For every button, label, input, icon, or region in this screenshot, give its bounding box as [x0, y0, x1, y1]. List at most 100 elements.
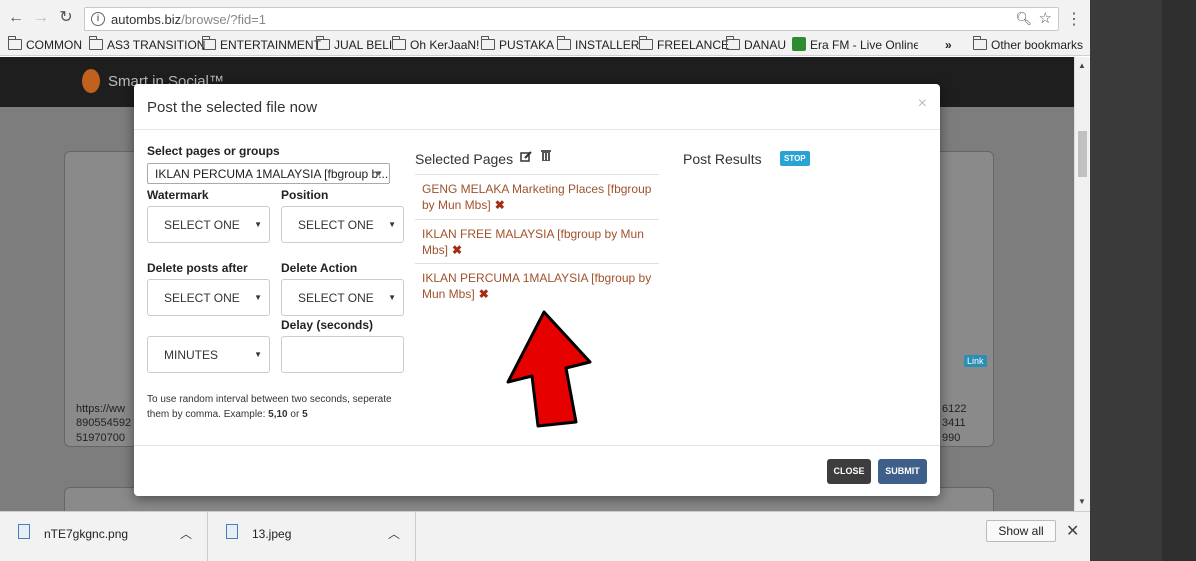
scroll-down-icon[interactable]: ▼: [1078, 497, 1086, 506]
folder-icon: [392, 36, 406, 50]
url-host: autombs.biz: [111, 12, 182, 27]
reload-icon[interactable]: ↻: [56, 8, 76, 28]
downloads-bar: nTE7gkgnc.png ︿ 13.jpeg ︿ Show all ✕: [0, 511, 1090, 561]
bookmark-entertainment[interactable]: ENTERTAINMENT: [202, 36, 321, 55]
bookmark-pustaka[interactable]: PUSTAKA: [481, 36, 554, 55]
post-file-modal: Post the selected file now × Select page…: [134, 84, 940, 496]
address-bar[interactable]: i autombs.biz/browse/?fid=1 🔍︎ ☆: [84, 7, 1059, 31]
url-text[interactable]: autombs.biz/browse/?fid=1: [111, 12, 266, 27]
bookmark-label: Era FM - Live Online R: [810, 38, 918, 52]
chevron-down-icon: ▼: [254, 220, 262, 229]
close-downloads-icon[interactable]: ✕: [1066, 521, 1079, 541]
modal-title: Post the selected file now: [147, 99, 318, 116]
chevron-up-icon[interactable]: ︿: [180, 525, 192, 542]
bookmark-label: Other bookmarks: [991, 38, 1084, 52]
folder-icon: [89, 36, 103, 50]
delay-seconds-input[interactable]: [281, 336, 404, 373]
delete-after-label: Delete posts after: [147, 261, 248, 275]
delay-hint: To use random interval between two secon…: [147, 392, 397, 422]
position-select-value: SELECT ONE: [298, 218, 374, 232]
page-scrollbar[interactable]: ▲ ▼: [1074, 57, 1090, 511]
image-file-icon: [18, 524, 30, 539]
bookmark-common[interactable]: COMMON: [8, 36, 82, 55]
close-button[interactable]: CLOSE: [827, 459, 871, 484]
background-link-text: 6122: [942, 403, 967, 415]
modal-footer-divider: [134, 445, 940, 446]
forward-arrow-icon[interactable]: →: [31, 8, 51, 28]
time-unit-select[interactable]: MINUTES ▼: [147, 336, 270, 373]
background-link-text: 3411: [942, 417, 966, 429]
folder-icon: [481, 36, 495, 50]
zoom-icon[interactable]: 🔍︎: [1015, 11, 1032, 27]
background-link-text: 990: [942, 432, 961, 444]
chevron-down-icon: ▼: [375, 169, 383, 178]
bookmark-installer[interactable]: INSTALLER: [557, 36, 639, 55]
watermark-select-value: SELECT ONE: [164, 218, 240, 232]
folder-icon: [316, 36, 330, 50]
info-icon[interactable]: i: [91, 12, 105, 26]
folder-icon: [726, 36, 740, 50]
folder-icon: [973, 36, 987, 50]
chevron-down-icon: ▼: [254, 293, 262, 302]
red-arrow-annotation: [506, 310, 592, 428]
bookmark-label: AS3 TRANSITION: [107, 38, 206, 52]
time-unit-select-value: MINUTES: [164, 348, 218, 362]
scroll-up-icon[interactable]: ▲: [1078, 61, 1086, 70]
delay-hint-or: or: [287, 409, 303, 420]
background-link-text: 890554592: [76, 417, 132, 429]
bookmark-jual-beli[interactable]: JUAL BELI: [316, 36, 392, 55]
select-pages-label: Select pages or groups: [147, 144, 280, 158]
selected-page-name: IKLAN PERCUMA 1MALAYSIA [fbgroup by Mun …: [422, 271, 652, 301]
selected-page-item: GENG MELAKA Marketing Places [fbgroup by…: [415, 174, 659, 219]
post-results-title: Post Results: [683, 151, 762, 167]
position-select[interactable]: SELECT ONE ▼: [281, 206, 404, 243]
background-link-text: 51970700: [76, 432, 125, 444]
url-path: /browse/?fid=1: [181, 12, 267, 27]
remove-icon[interactable]: ✖: [495, 198, 505, 212]
delay-hint-example-single: 5: [302, 409, 308, 420]
submit-button[interactable]: SUBMIT: [878, 459, 927, 484]
bookmarks-overflow-button[interactable]: »: [945, 37, 952, 55]
bookmark-oh-kerjaan[interactable]: Oh KerJaaN!: [392, 36, 479, 55]
watermark-select[interactable]: SELECT ONE ▼: [147, 206, 270, 243]
bookmark-freelance[interactable]: FREELANCE: [639, 36, 730, 55]
radio-station-icon: [792, 37, 806, 51]
stop-button[interactable]: STOP: [780, 151, 810, 166]
delete-after-select[interactable]: SELECT ONE ▼: [147, 279, 270, 316]
back-arrow-icon[interactable]: ←: [6, 8, 26, 28]
bookmark-label: FREELANCE: [657, 38, 730, 52]
bookmark-danau[interactable]: DANAU: [726, 36, 786, 55]
download-item[interactable]: nTE7gkgnc.png ︿: [0, 512, 208, 561]
folder-icon: [8, 36, 22, 50]
bookmark-label: ENTERTAINMENT: [220, 38, 321, 52]
app-logo-icon: [82, 69, 100, 93]
select-pages-dropdown[interactable]: IKLAN PERCUMA 1MALAYSIA [fbgroup b... ▼: [147, 163, 390, 184]
delete-action-label: Delete Action: [281, 261, 358, 275]
remove-icon[interactable]: ✖: [452, 243, 462, 257]
remove-icon[interactable]: ✖: [479, 287, 489, 301]
download-item[interactable]: 13.jpeg ︿: [208, 512, 416, 561]
edit-icon[interactable]: [520, 151, 532, 166]
delete-action-select[interactable]: SELECT ONE ▼: [281, 279, 404, 316]
scrollbar-thumb[interactable]: [1078, 131, 1087, 177]
folder-icon: [639, 36, 653, 50]
image-file-icon: [226, 524, 238, 539]
delay-label: Delay (seconds): [281, 318, 374, 332]
desktop-strip: [1162, 0, 1196, 561]
bookmark-other[interactable]: Other bookmarks: [973, 36, 1084, 55]
kebab-menu-icon[interactable]: ⋮: [1066, 9, 1082, 29]
bookmark-star-icon[interactable]: ☆: [1039, 9, 1052, 27]
show-all-button[interactable]: Show all: [986, 520, 1056, 542]
download-filename: nTE7gkgnc.png: [44, 527, 129, 541]
browser-toolbar: ← → ↻ i autombs.biz/browse/?fid=1 🔍︎ ☆ ⋮: [0, 0, 1090, 36]
bookmark-as3-transition[interactable]: AS3 TRANSITION: [89, 36, 206, 55]
selected-pages-title: Selected Pages: [415, 151, 514, 167]
chevron-up-icon[interactable]: ︿: [388, 525, 400, 542]
modal-close-icon[interactable]: ×: [918, 95, 927, 113]
link-badge: Link: [964, 355, 987, 367]
selected-page-name: GENG MELAKA Marketing Places [fbgroup by…: [422, 182, 652, 212]
bookmark-era-fm[interactable]: Era FM - Live Online R: [792, 37, 918, 55]
select-pages-value: IKLAN PERCUMA 1MALAYSIA [fbgroup b...: [155, 167, 389, 181]
trash-icon[interactable]: [541, 149, 551, 161]
download-filename: 13.jpeg: [252, 527, 292, 541]
